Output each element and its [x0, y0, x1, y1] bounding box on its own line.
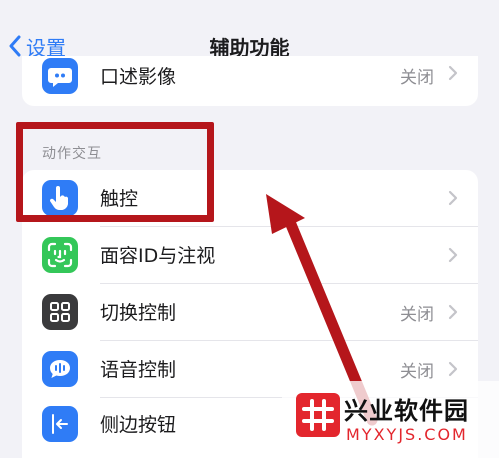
- watermark-name: 兴业软件园: [344, 397, 469, 425]
- watermark-logo-icon: [296, 393, 340, 437]
- watermark-url: MYXYJS.COM: [346, 425, 468, 444]
- watermark: 兴业软件园 MYXYJS.COM: [282, 381, 499, 458]
